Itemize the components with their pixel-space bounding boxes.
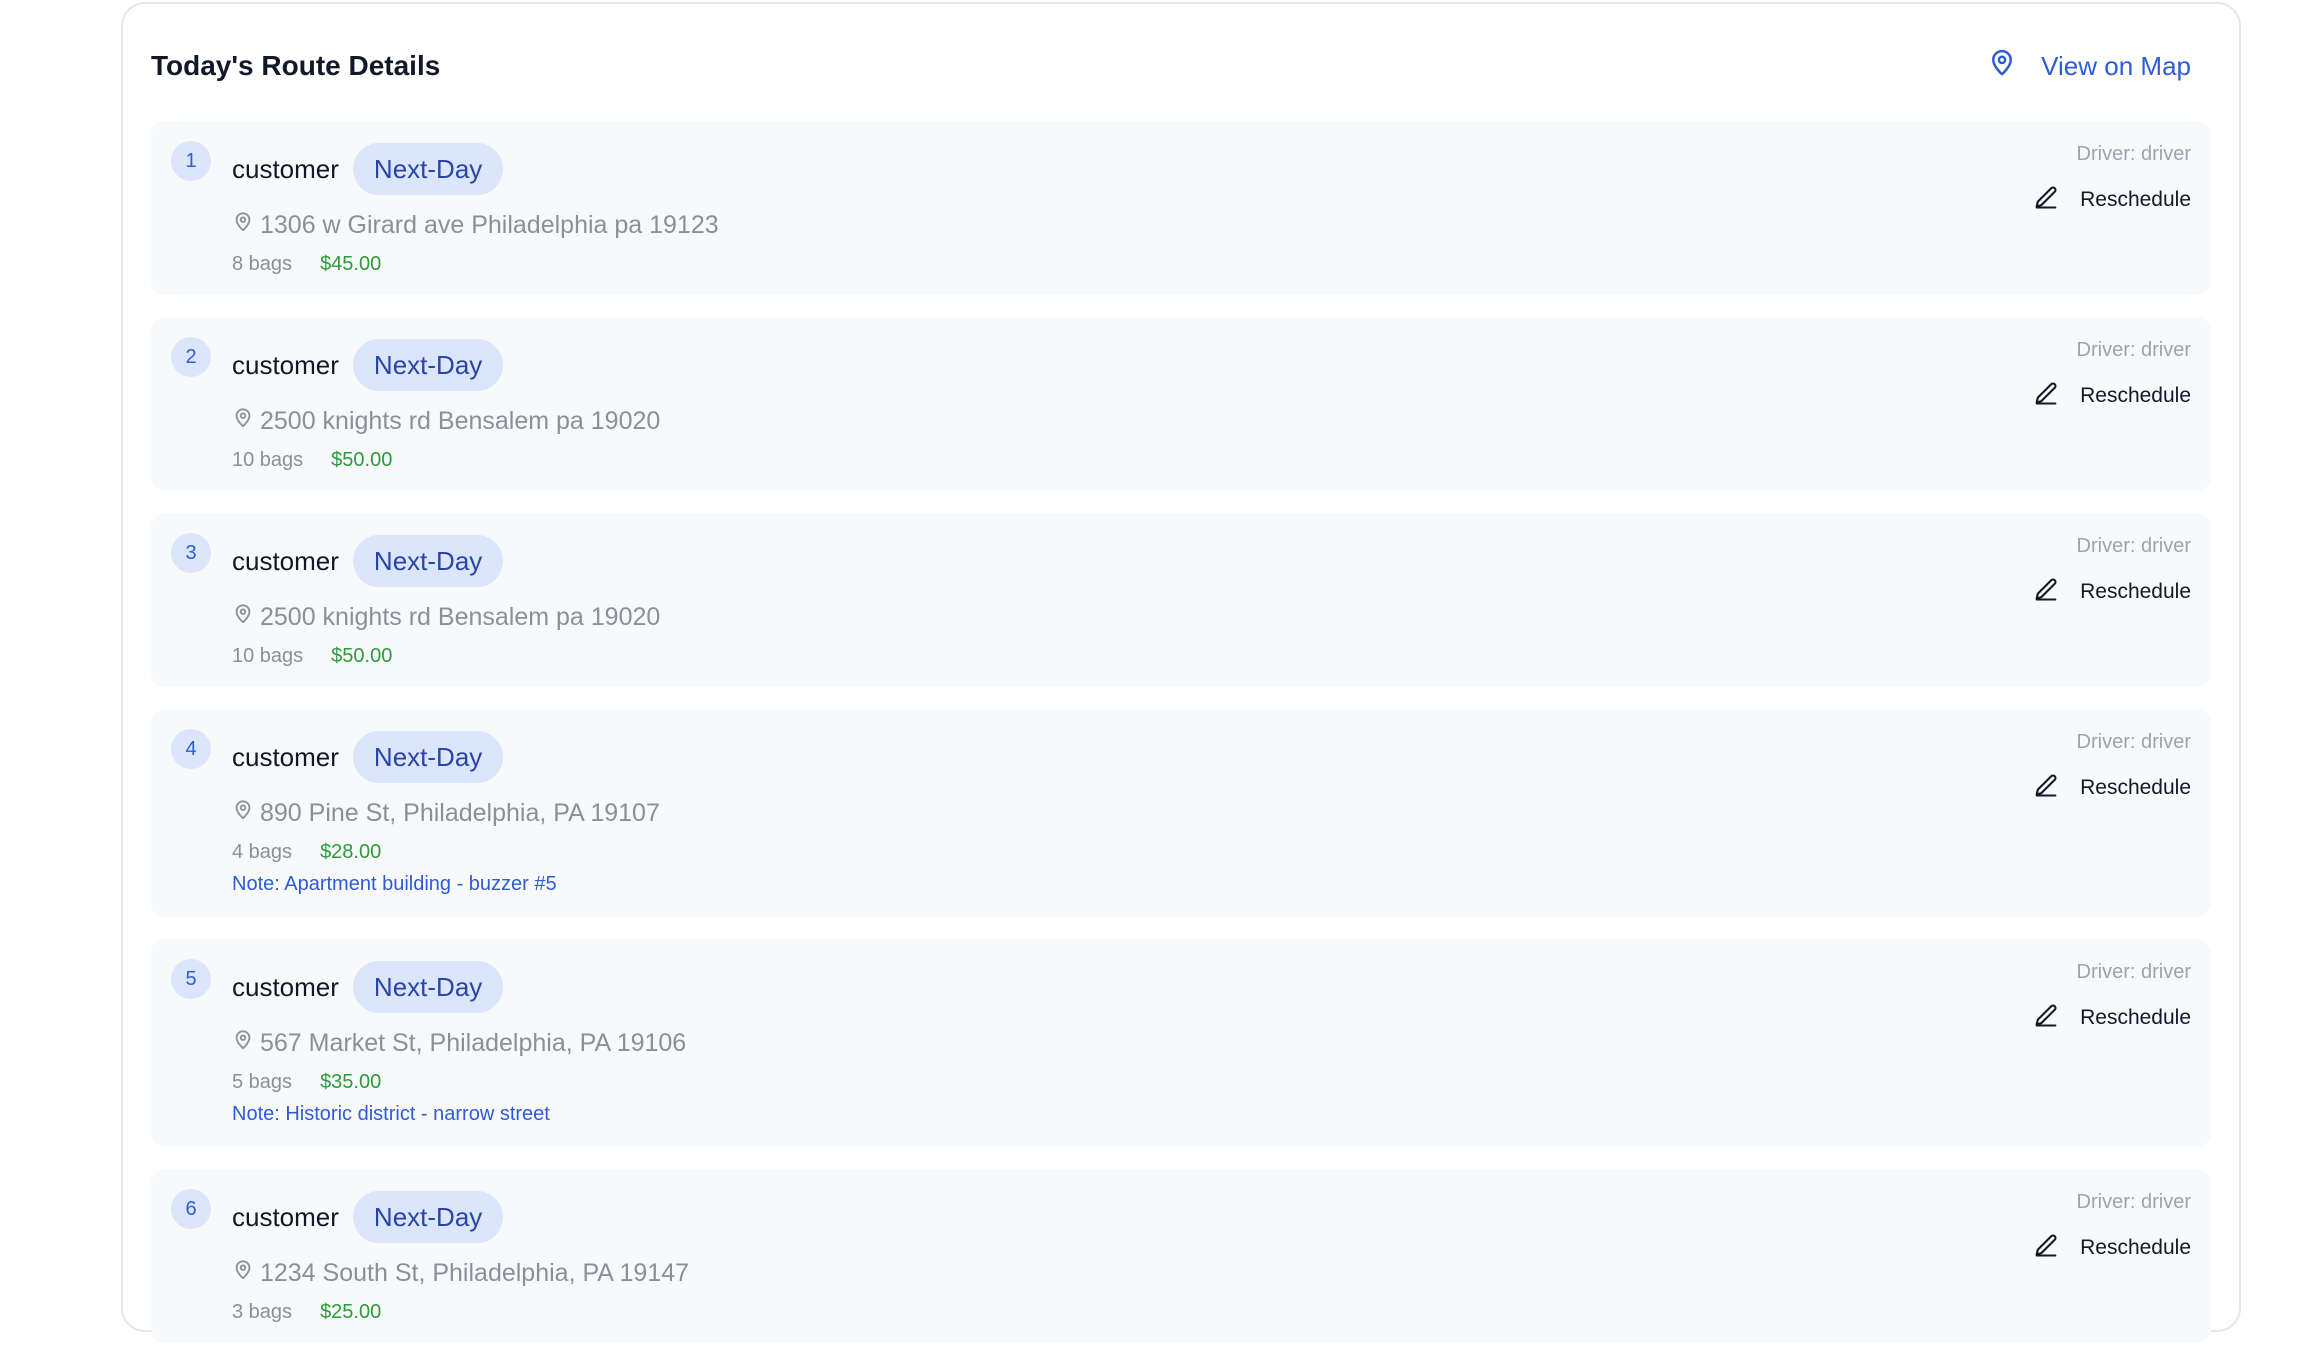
reschedule-button[interactable]: Reschedule xyxy=(2032,771,2191,805)
location-pin-icon xyxy=(232,211,254,240)
address-text: 1306 w Girard ave Philadelphia pa 19123 xyxy=(260,210,719,239)
route-stop-card[interactable]: 3 customer Next-Day 2500 knights rd Bens… xyxy=(151,513,2211,687)
route-stop-list: 1 customer Next-Day 1306 w Girard ave Ph… xyxy=(151,121,2211,1365)
location-pin-icon xyxy=(232,799,254,828)
stop-address: 567 Market St, Philadelphia, PA 19106 xyxy=(232,1027,2211,1059)
address-text: 2500 knights rd Bensalem pa 19020 xyxy=(260,406,661,435)
bag-count: 5 bags xyxy=(232,1070,293,1093)
address-text: 567 Market St, Philadelphia, PA 19106 xyxy=(260,1028,687,1057)
driver-label: Driver: driver xyxy=(2076,535,2191,557)
delivery-type-badge: Next-Day xyxy=(352,143,504,195)
panel-header: Today's Route Details View on Map xyxy=(151,44,2191,88)
stop-address: 1234 South St, Philadelphia, PA 19147 xyxy=(232,1257,2211,1289)
reschedule-label: Reschedule xyxy=(2080,776,2191,799)
customer-name: customer xyxy=(232,545,339,576)
reschedule-label: Reschedule xyxy=(2080,1236,2191,1259)
customer-name: customer xyxy=(232,349,339,380)
delivery-type-badge: Next-Day xyxy=(352,961,504,1013)
delivery-type-badge: Next-Day xyxy=(352,339,504,391)
stop-price: $35.00 xyxy=(320,1070,382,1093)
reschedule-label: Reschedule xyxy=(2080,1006,2191,1029)
route-stop-card[interactable]: 2 customer Next-Day 2500 knights rd Bens… xyxy=(151,317,2211,491)
bag-count: 8 bags xyxy=(232,252,293,275)
stop-address: 1306 w Girard ave Philadelphia pa 19123 xyxy=(232,209,2211,241)
driver-label: Driver: driver xyxy=(2076,1191,2191,1213)
route-stop-card[interactable]: 5 customer Next-Day 567 Market St, Phila… xyxy=(151,939,2211,1147)
customer-name: customer xyxy=(232,971,339,1002)
stop-note: Note: Apartment building - buzzer #5 xyxy=(232,873,557,895)
stop-number-badge: 4 xyxy=(171,729,211,769)
pencil-icon xyxy=(2032,771,2060,805)
reschedule-label: Reschedule xyxy=(2080,580,2191,603)
bag-count: 10 bags xyxy=(232,644,304,667)
location-pin-icon xyxy=(232,1259,254,1288)
reschedule-button[interactable]: Reschedule xyxy=(2032,575,2191,609)
location-pin-icon xyxy=(232,603,254,632)
reschedule-button[interactable]: Reschedule xyxy=(2032,379,2191,413)
route-stop-card[interactable]: 1 customer Next-Day 1306 w Girard ave Ph… xyxy=(151,121,2211,295)
route-stop-card[interactable]: 4 customer Next-Day 890 Pine St, Philade… xyxy=(151,709,2211,917)
stop-number-badge: 6 xyxy=(171,1189,211,1229)
pencil-icon xyxy=(2032,1001,2060,1035)
stop-price: $50.00 xyxy=(331,448,393,471)
delivery-type-badge: Next-Day xyxy=(352,1191,504,1243)
stop-number-badge: 1 xyxy=(171,141,211,181)
delivery-type-badge: Next-Day xyxy=(352,535,504,587)
pencil-icon xyxy=(2032,183,2060,217)
route-details-panel: Today's Route Details View on Map 1 cust… xyxy=(121,2,2241,1343)
customer-name: customer xyxy=(232,153,339,184)
stop-address: 890 Pine St, Philadelphia, PA 19107 xyxy=(232,797,2211,829)
reschedule-button[interactable]: Reschedule xyxy=(2032,1001,2191,1035)
view-on-map-label: View on Map xyxy=(2041,50,2191,81)
reschedule-label: Reschedule xyxy=(2080,188,2191,211)
page-title: Today's Route Details xyxy=(151,50,441,81)
pencil-icon xyxy=(2032,1231,2060,1265)
bag-count: 10 bags xyxy=(232,448,304,471)
driver-label: Driver: driver xyxy=(2076,339,2191,361)
address-text: 2500 knights rd Bensalem pa 19020 xyxy=(260,602,661,631)
stop-note: Note: Historic district - narrow street xyxy=(232,1103,550,1125)
stop-number-badge: 3 xyxy=(171,533,211,573)
address-text: 1234 South St, Philadelphia, PA 19147 xyxy=(260,1258,690,1287)
route-stop-card[interactable]: 6 customer Next-Day 1234 South St, Phila… xyxy=(151,1169,2211,1343)
view-on-map-button[interactable]: View on Map xyxy=(1987,48,2191,85)
customer-name: customer xyxy=(232,741,339,772)
driver-label: Driver: driver xyxy=(2076,143,2191,165)
customer-name: customer xyxy=(232,1201,339,1232)
stop-price: $45.00 xyxy=(320,252,382,275)
location-pin-icon xyxy=(232,407,254,436)
delivery-type-badge: Next-Day xyxy=(352,731,504,783)
reschedule-button[interactable]: Reschedule xyxy=(2032,183,2191,217)
stop-address: 2500 knights rd Bensalem pa 19020 xyxy=(232,405,2211,437)
pencil-icon xyxy=(2032,379,2060,413)
stop-price: $28.00 xyxy=(320,840,382,863)
stop-price: $50.00 xyxy=(331,644,393,667)
driver-label: Driver: driver xyxy=(2076,961,2191,983)
reschedule-label: Reschedule xyxy=(2080,384,2191,407)
stop-number-badge: 2 xyxy=(171,337,211,377)
driver-label: Driver: driver xyxy=(2076,731,2191,753)
bag-count: 4 bags xyxy=(232,840,293,863)
pencil-icon xyxy=(2032,575,2060,609)
bag-count: 3 bags xyxy=(232,1300,293,1323)
address-text: 890 Pine St, Philadelphia, PA 19107 xyxy=(260,798,660,827)
map-pin-icon xyxy=(1987,48,2017,85)
location-pin-icon xyxy=(232,1029,254,1058)
stop-address: 2500 knights rd Bensalem pa 19020 xyxy=(232,601,2211,633)
stop-price: $25.00 xyxy=(320,1300,382,1323)
reschedule-button[interactable]: Reschedule xyxy=(2032,1231,2191,1265)
stop-number-badge: 5 xyxy=(171,959,211,999)
